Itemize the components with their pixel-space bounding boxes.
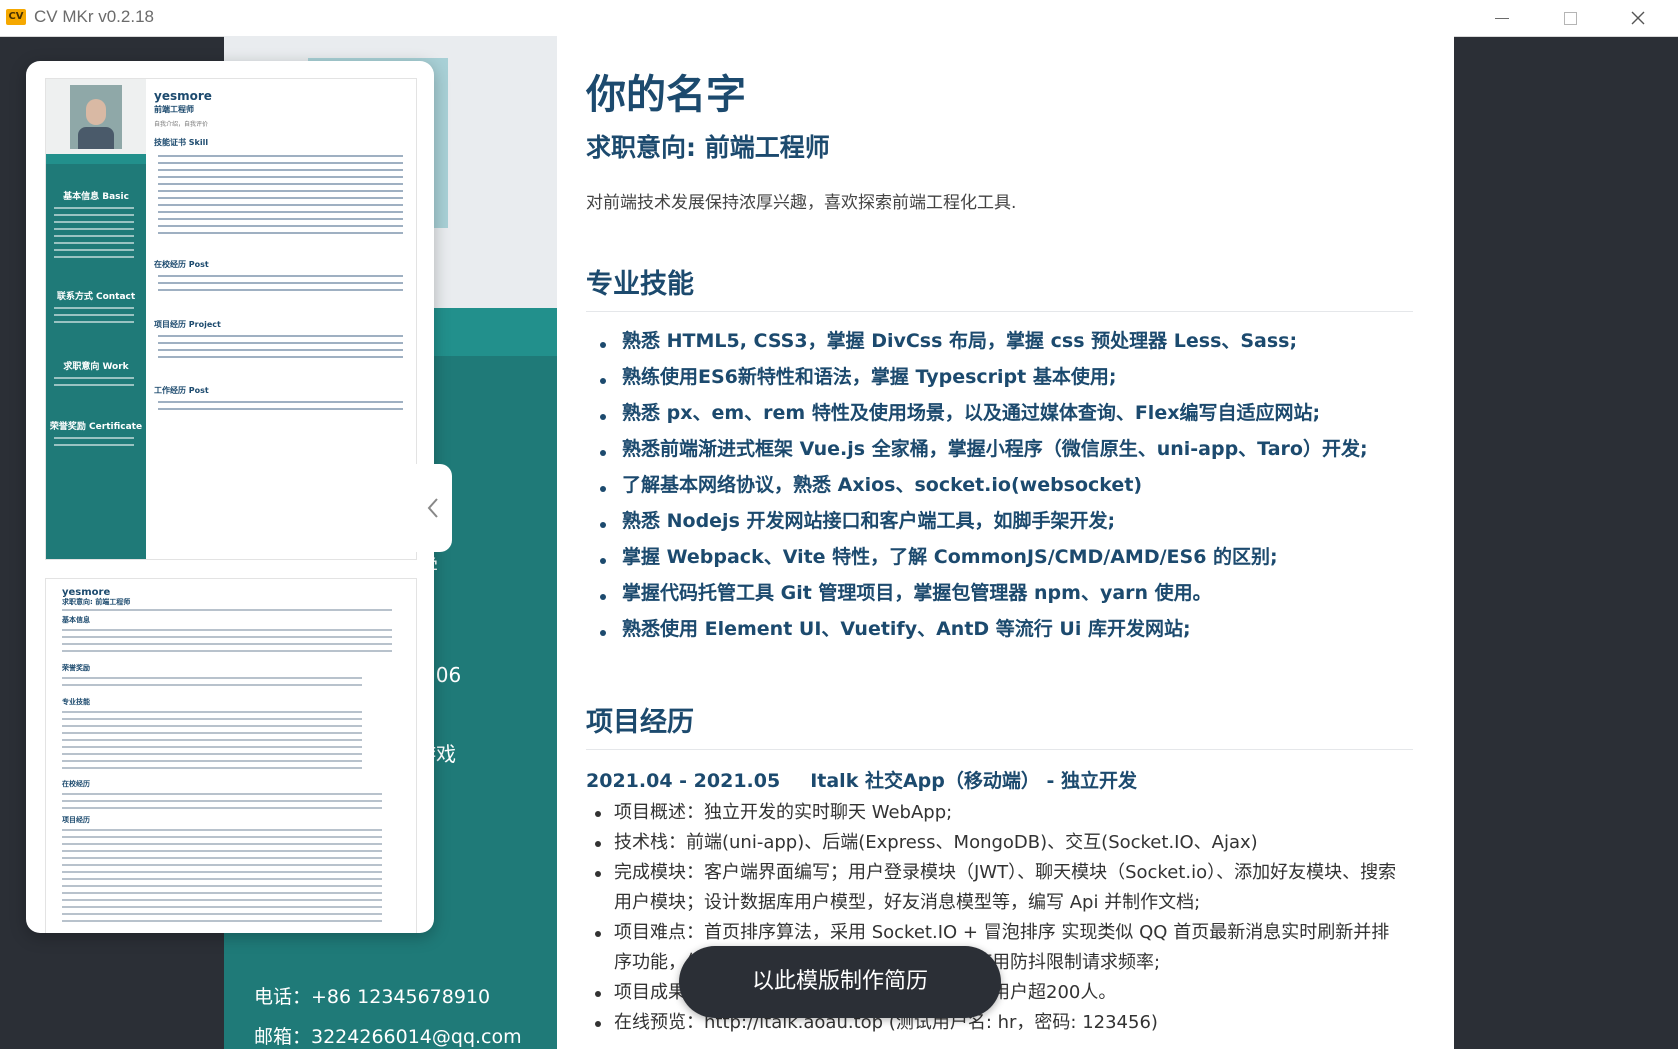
close-button[interactable] [1606,0,1670,36]
skills-list: 熟悉 HTML5, CSS3，掌握 DivCss 布局，掌握 css 预处理器 … [586,326,1368,650]
use-template-button[interactable]: 以此模版制作简历 [679,946,1001,1018]
close-icon [1631,11,1645,25]
project-detail-item: 完成模块：客户端界面编写；用户登录模块（JWT）、聊天模块（Socket.io）… [586,858,1406,918]
skills-section-title: 专业技能 [586,262,1413,312]
thumb-sidebar: 基本信息 Basic 联系方式 Contact 求职意向 Work 荣誉奖励 C… [46,79,146,559]
thumb-main-heading: 项目经历 Project [154,320,221,329]
thumb-section-heading: 专业技能 [62,698,90,706]
app-logo-icon: CV [6,9,26,25]
project-header: 2021.04 - 2021.05 Italk 社交App（移动端） - 独立开发 [586,766,1137,793]
contact-phone: 电话：+86 12345678910 [254,986,491,1008]
drawer-collapse-button[interactable] [414,464,452,552]
thumb-section-heading: 项目经历 [62,816,90,824]
project-section-title: 项目经历 [586,700,1413,750]
thumb-side-heading: 求职意向 Work [63,362,129,372]
template-drawer: 基本信息 Basic 联系方式 Contact 求职意向 Work 荣誉奖励 C… [26,61,434,933]
template-thumbnail-1[interactable]: 基本信息 Basic 联系方式 Contact 求职意向 Work 荣誉奖励 C… [45,78,417,560]
project-detail-item: 项目概述：独立开发的实时聊天 WebApp; [586,798,1406,828]
minimize-icon [1495,17,1509,19]
template-thumbnail-2[interactable]: yesmore 求职意向: 前端工程师 基本信息 荣誉奖励 专业技能 在校经历 … [45,578,417,933]
window-titlebar: CV CV MKr v0.2.18 [0,0,1678,37]
skill-item: 掌握 Webpack、Vite 特性，了解 CommonJS/CMD/AMD/E… [586,542,1368,578]
thumb-name: yesmore [154,89,212,103]
self-intro: 对前端技术发展保持浓厚兴趣，喜欢探索前端工程化工具. [586,193,1017,213]
thumb-section-heading: 基本信息 [62,616,90,624]
skill-item: 熟悉 px、em、rem 特性及使用场景，以及通过媒体查询、Flex编写自适应网… [586,398,1368,434]
chevron-left-icon [427,498,438,518]
thumb-main-heading: 工作经历 Post [154,386,209,395]
maximize-icon [1563,11,1577,25]
thumb-section-heading: 在校经历 [62,780,90,788]
resume-name: 你的名字 [586,72,746,118]
job-intention: 求职意向: 前端工程师 [586,133,830,162]
thumb-role: 求职意向: 前端工程师 [62,598,131,606]
thumb-side-heading: 联系方式 Contact [56,292,136,302]
project-period: 2021.04 - 2021.05 [586,770,781,792]
thumb-side-heading: 荣誉奖励 Certificate [49,422,143,432]
skill-item: 熟练使用ES6新特性和语法，掌握 Typescript 基本使用; [586,362,1368,398]
minimize-button[interactable] [1470,0,1534,36]
thumb-main-heading: 技能证书 Skill [154,138,209,147]
thumb-side-heading: 基本信息 Basic [63,192,129,202]
thumb-intro: 自我介绍，自我评价 [154,121,209,128]
skill-item: 掌握代码托管工具 Git 管理项目，掌握包管理器 npm、yarn 使用。 [586,578,1368,614]
skill-item: 熟悉使用 Element UI、Vuetify、AntD 等流行 Ui 库开发网… [586,614,1368,650]
project-detail-item: 技术栈：前端(uni-app)、后端(Express、MongoDB)、交互(S… [586,828,1406,858]
thumb-role: 前端工程师 [154,105,194,114]
skill-item: 熟悉前端渐进式框架 Vue.js 全家桶，掌握小程序（微信原生、uni-app、… [586,434,1368,470]
maximize-button[interactable] [1538,0,1602,36]
skill-item: 熟悉 Nodejs 开发网站接口和客户端工具，如脚手架开发; [586,506,1368,542]
skill-item: 熟悉 HTML5, CSS3，掌握 DivCss 布局，掌握 css 预处理器 … [586,326,1368,362]
skill-item: 了解基本网络协议，熟悉 Axios、socket.io(websocket) [586,470,1368,506]
thumb-avatar [70,85,122,149]
thumb-main-heading: 在校经历 Post [154,260,209,269]
window-title: CV MKr v0.2.18 [34,7,154,26]
project-name: Italk 社交App（移动端） - 独立开发 [810,770,1137,792]
thumb-section-heading: 荣誉奖励 [62,664,90,672]
contact-email: 邮箱：3224266014@qq.com [254,1026,522,1048]
